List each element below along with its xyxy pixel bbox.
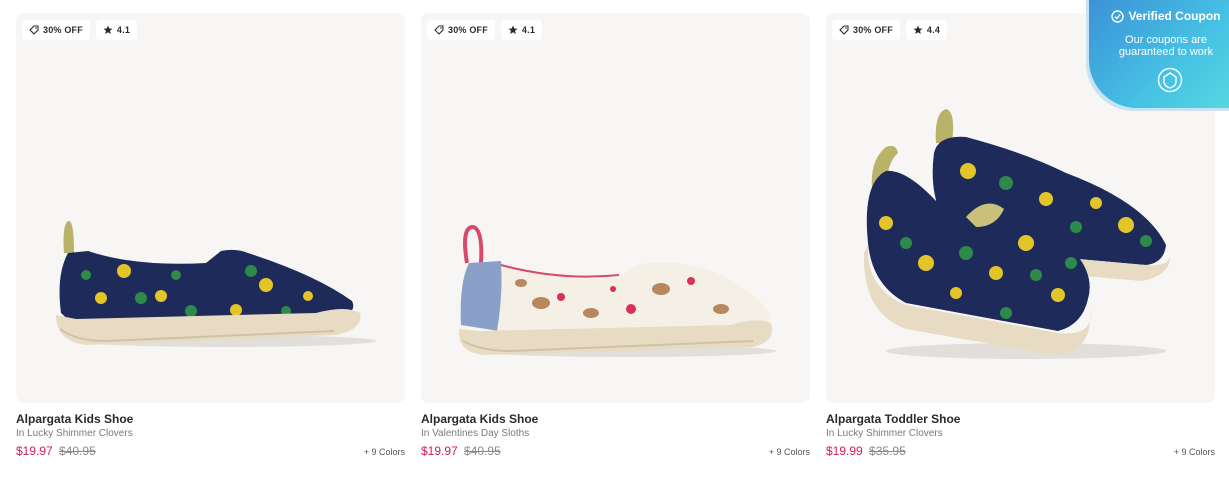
product-card[interactable]: 30% OFF 4.1 Alpargata Kids Shoe In Valen…: [421, 13, 810, 459]
rating-badge: 4.1: [500, 20, 543, 40]
check-circle-icon: [1111, 9, 1125, 23]
discount-badge: 30% OFF: [832, 20, 900, 40]
discount-badge: 30% OFF: [22, 20, 90, 40]
colors-count[interactable]: + 9 Colors: [1174, 444, 1215, 460]
rating-value: 4.1: [116, 25, 131, 35]
coupon-title: Verified Coupon: [1128, 9, 1221, 23]
original-price: $40.95: [464, 444, 501, 458]
price-row: $19.97 $40.95 + 9 Colors: [421, 443, 810, 459]
rating-value: 4.4: [926, 25, 941, 35]
tag-icon: [434, 25, 444, 35]
colors-count[interactable]: + 9 Colors: [364, 444, 405, 460]
original-price: $35.95: [869, 444, 906, 458]
original-price: $40.95: [59, 444, 96, 458]
sale-price: $19.97: [421, 444, 458, 458]
product-subtitle: In Valentines Day Sloths: [421, 428, 530, 439]
star-icon: [103, 25, 113, 34]
shield-icon: [1157, 67, 1183, 93]
product-subtitle: In Lucky Shimmer Clovers: [826, 428, 943, 439]
star-icon: [913, 25, 923, 34]
tag-icon: [29, 25, 39, 35]
coupon-message: Our coupons are guaranteed to work: [1118, 34, 1214, 58]
product-image[interactable]: 30% OFF 4.1: [421, 13, 810, 403]
product-image[interactable]: 30% OFF 4.1: [16, 13, 405, 403]
discount-badge: 30% OFF: [427, 20, 495, 40]
price-row: $19.99 $35.95 + 9 Colors: [826, 443, 1215, 459]
product-title[interactable]: Alpargata Toddler Shoe: [826, 412, 1215, 427]
tag-icon: [839, 25, 849, 35]
discount-label: 30% OFF: [43, 25, 83, 35]
discount-label: 30% OFF: [853, 25, 893, 35]
product-title[interactable]: Alpargata Kids Shoe: [421, 412, 810, 427]
discount-label: 30% OFF: [448, 25, 488, 35]
product-grid: 30% OFF 4.1 Alpargata Kids Shoe In Lucky…: [0, 0, 1229, 489]
colors-count[interactable]: + 9 Colors: [769, 444, 810, 460]
verified-coupon-banner[interactable]: Verified Coupon Our coupons are guarante…: [1089, 0, 1229, 108]
product-title[interactable]: Alpargata Kids Shoe: [16, 412, 405, 427]
rating-value: 4.1: [521, 25, 536, 35]
rating-badge: 4.1: [95, 20, 138, 40]
product-subtitle: In Lucky Shimmer Clovers: [16, 428, 133, 439]
coupon-heading: Verified Coupon: [1103, 9, 1229, 23]
price-row: $19.97 $40.95 + 9 Colors: [16, 443, 405, 459]
rating-badge: 4.4: [905, 20, 948, 40]
star-icon: [508, 25, 518, 34]
product-card[interactable]: 30% OFF 4.1 Alpargata Kids Shoe In Lucky…: [16, 13, 405, 459]
sale-price: $19.99: [826, 444, 863, 458]
shoe-image: [458, 224, 776, 357]
shoe-image: [56, 220, 376, 347]
sale-price: $19.97: [16, 444, 53, 458]
